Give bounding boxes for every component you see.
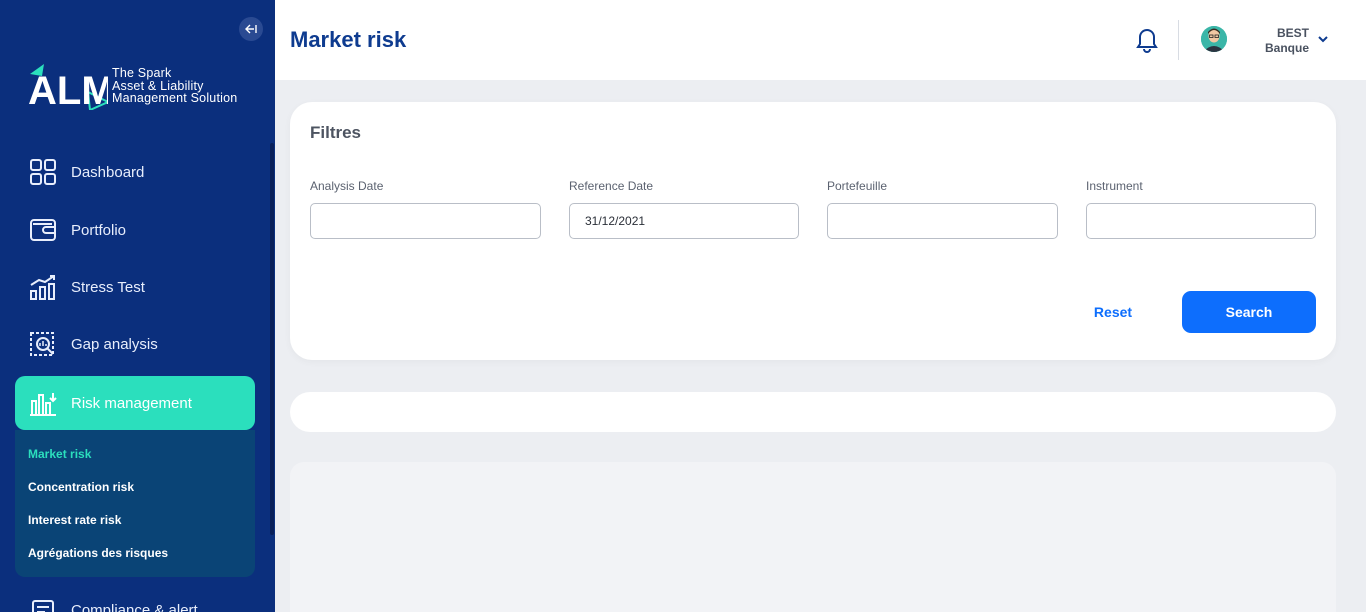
logo-tagline-line-1: The Spark [112,66,172,81]
reference-date-label: Reference Date [569,179,654,193]
user-account-line-2: Banque [1264,41,1309,55]
sidebar-item-portfolio[interactable]: Portfolio [15,203,255,257]
sidebar-scrollbar[interactable] [270,143,274,535]
submenu-item-market-risk[interactable]: Market risk [15,444,255,477]
portefeuille-select[interactable] [827,203,1058,239]
logo: ALM The Spark Asset & Liability Manageme… [28,62,237,113]
chevron-down-icon[interactable] [1316,32,1330,46]
sidebar-item-label: Gap analysis [71,335,158,353]
user-avatar[interactable] [1201,26,1227,52]
dashboard-grid-icon [29,158,57,186]
sidebar-item-compliance-alert[interactable]: Compliance & alert [15,583,255,612]
alm-logo-mark: ALM [28,62,115,113]
instrument-label: Instrument [1086,179,1143,193]
sidebar-item-label: Stress Test [71,278,145,296]
user-account-name[interactable]: BEST Banque [1255,26,1309,55]
search-button[interactable]: Search [1182,291,1316,333]
submenu-item-interest-rate-risk[interactable]: Interest rate risk [15,510,255,543]
chart-trend-icon [29,273,57,301]
user-account-line-1: BEST [1276,26,1309,40]
portefeuille-label: Portefeuille [827,179,888,193]
sidebar-item-label: Risk management [71,394,192,412]
logo-tagline: The Spark Asset & Liability Management S… [112,67,237,105]
sidebar-item-dashboard[interactable]: Dashboard [15,145,255,199]
notifications-bell-icon[interactable] [1133,25,1161,53]
magnifier-chart-icon [29,330,57,358]
risk-management-submenu: Market risk Concentration risk Interest … [15,430,255,577]
reset-button[interactable]: Reset [1082,291,1144,333]
logo-tagline-line-3: Management Solution [112,91,238,106]
wallet-icon [29,216,57,244]
header-divider [1178,20,1179,60]
top-header: Market risk BEST Banque [275,0,1366,80]
analysis-date-label: Analysis Date [310,179,384,193]
results-content-area [290,462,1336,612]
sidebar-item-stress-test[interactable]: Stress Test [15,260,255,314]
compliance-icon [29,596,57,612]
svg-text:ALM: ALM [28,69,108,110]
sidebar-item-gap-analysis[interactable]: Gap analysis [15,317,255,371]
page-title: Market risk [290,27,407,52]
results-header-bar [290,392,1336,432]
sidebar: ALM The Spark Asset & Liability Manageme… [0,0,275,612]
collapse-sidebar-button[interactable] [239,17,263,41]
submenu-item-concentration-risk[interactable]: Concentration risk [15,477,255,510]
reference-date-input[interactable] [569,203,799,239]
sidebar-item-label: Compliance & alert [71,601,198,612]
submenu-item-risk-aggregations[interactable]: Agrégations des risques [15,543,255,576]
bar-chart-icon [29,389,57,417]
sidebar-item-label: Dashboard [71,163,145,181]
filters-card: Filtres Analysis Date Reference Date Por… [290,102,1336,360]
sidebar-item-label: Portfolio [71,221,127,239]
sidebar-item-risk-management[interactable]: Risk management [15,376,255,430]
filters-title: Filtres [310,123,362,142]
instrument-select[interactable] [1086,203,1316,239]
collapse-arrow-icon [245,24,257,34]
analysis-date-input[interactable] [310,203,541,239]
